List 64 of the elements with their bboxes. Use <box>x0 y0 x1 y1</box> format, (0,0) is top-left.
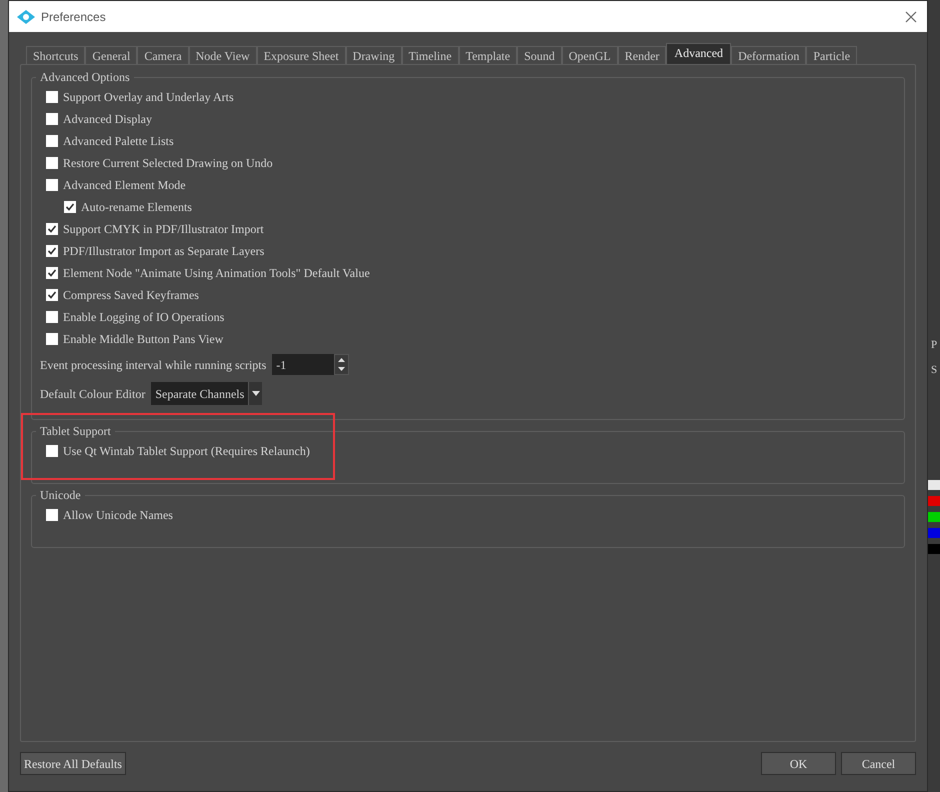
tab[interactable]: Deformation <box>731 46 806 64</box>
checkbox[interactable] <box>46 311 58 323</box>
tab[interactable]: Node View <box>188 46 257 64</box>
checkbox-label: PDF/Illustrator Import as Separate Layers <box>63 243 264 260</box>
field-label: Default Colour Editor <box>40 386 146 402</box>
dropdown[interactable]: Separate Channels <box>151 382 262 405</box>
panel-label: S <box>930 365 938 376</box>
window-title: Preferences <box>41 8 106 26</box>
tab[interactable]: Particle <box>806 46 858 64</box>
group-title: Unicode <box>39 487 82 504</box>
panel-label: P <box>930 340 938 351</box>
checkbox-label: Enable Logging of IO Operations <box>63 309 224 326</box>
checkbox-label: Support Overlay and Underlay Arts <box>63 89 234 106</box>
tab[interactable]: Template <box>458 46 518 64</box>
checkbox[interactable] <box>46 113 58 125</box>
number-field[interactable]: -1 <box>272 354 334 375</box>
tab[interactable]: OpenGL <box>562 46 618 64</box>
color-swatch <box>928 544 940 554</box>
tab[interactable]: Camera <box>137 46 189 64</box>
checkbox-label: Advanced Display <box>63 111 152 128</box>
color-swatch <box>928 512 940 522</box>
checkbox-label: Restore Current Selected Drawing on Undo <box>63 155 273 172</box>
checkbox[interactable] <box>46 245 58 257</box>
checkbox-label: Auto-rename Elements <box>81 199 192 216</box>
checkbox[interactable] <box>46 91 58 103</box>
color-swatch <box>928 480 940 490</box>
checkbox[interactable] <box>46 135 58 147</box>
checkbox[interactable] <box>46 509 58 521</box>
checkbox-label: Allow Unicode Names <box>63 507 173 524</box>
tab[interactable]: Advanced <box>666 43 732 64</box>
ok-button[interactable]: OK <box>761 752 836 775</box>
color-swatch <box>928 528 940 538</box>
color-swatch <box>928 496 940 506</box>
checkbox[interactable] <box>46 157 58 169</box>
checkbox[interactable] <box>64 201 76 213</box>
close-icon[interactable] <box>905 10 917 22</box>
checkbox[interactable] <box>46 333 58 345</box>
cancel-button[interactable]: Cancel <box>841 752 916 775</box>
group-title: Tablet Support <box>39 423 112 440</box>
tab[interactable]: Shortcuts <box>26 46 86 64</box>
caret-icon <box>252 391 260 396</box>
checkbox[interactable] <box>46 445 58 457</box>
checkbox-label: Advanced Palette Lists <box>63 133 174 150</box>
checkbox-label: Element Node "Animate Using Animation Tools" Default Value <box>63 265 370 282</box>
field-label: Event processing interval while running scripts <box>40 356 266 374</box>
tab[interactable]: Sound <box>517 46 562 64</box>
app-logo-icon <box>17 10 35 24</box>
checkbox-label: Enable Middle Button Pans View <box>63 331 224 348</box>
restore-defaults-button[interactable]: Restore All Defaults <box>20 752 126 775</box>
spin-buttons-icon[interactable] <box>334 354 350 375</box>
tab[interactable]: Render <box>618 46 666 64</box>
checkbox[interactable] <box>46 289 58 301</box>
tab[interactable]: General <box>85 46 138 64</box>
checkbox-label: Compress Saved Keyframes <box>63 287 199 304</box>
tab[interactable]: Drawing <box>346 46 402 64</box>
checkbox-label: Use Qt Wintab Tablet Support (Requires Relaunch) <box>63 443 310 460</box>
checkbox[interactable] <box>46 267 58 279</box>
checkbox-label: Support CMYK in PDF/Illustrator Import <box>63 221 264 238</box>
checkbox[interactable] <box>46 179 58 191</box>
checkbox[interactable] <box>46 223 58 235</box>
tab[interactable]: Timeline <box>402 46 459 64</box>
checkbox-label: Advanced Element Mode <box>63 177 186 194</box>
tab[interactable]: Exposure Sheet <box>256 46 346 64</box>
group-title: Advanced Options <box>39 69 131 86</box>
